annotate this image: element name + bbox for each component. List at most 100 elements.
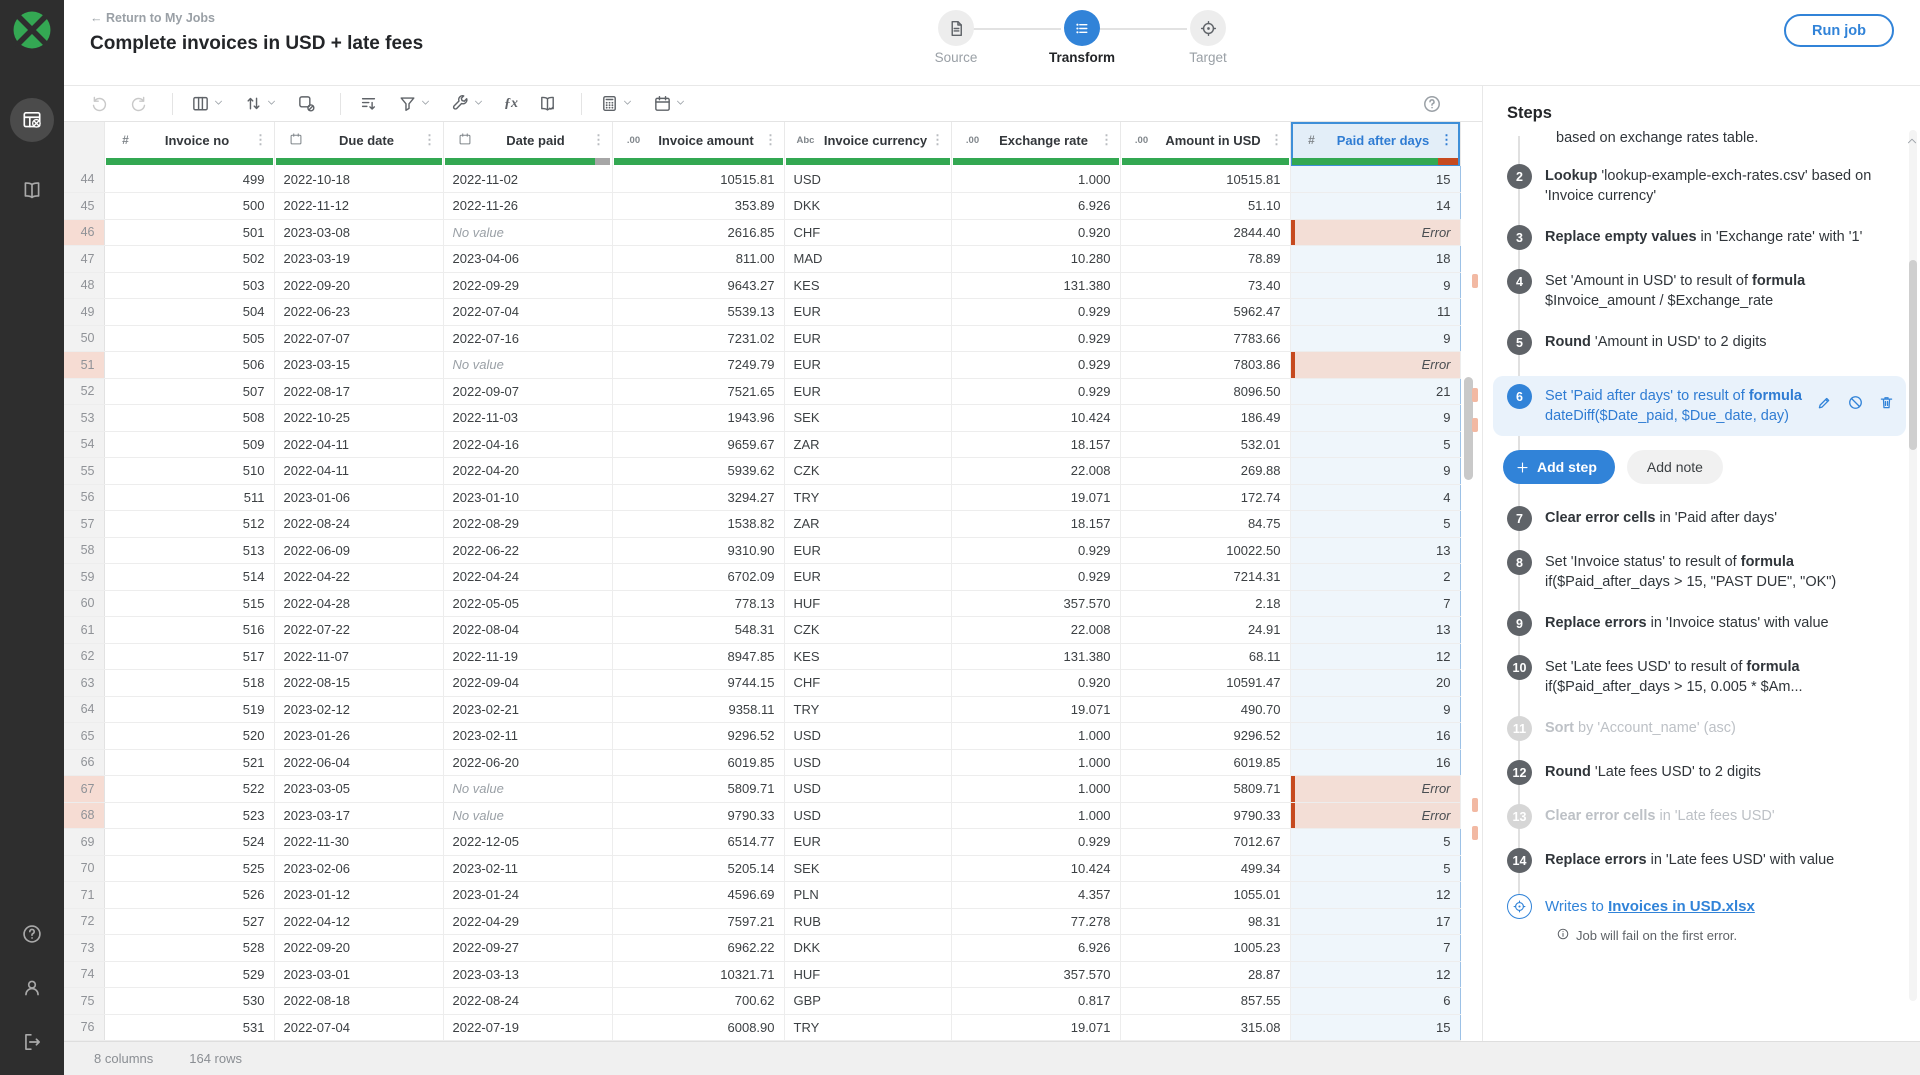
cell-invoice-currency[interactable]: USD xyxy=(784,166,951,193)
row-number-cell[interactable]: 53 xyxy=(64,405,104,432)
cell-amount-in-usd[interactable]: 28.87 xyxy=(1120,961,1290,988)
cell-paid-after-days[interactable]: 20 xyxy=(1290,670,1460,697)
row-number-cell[interactable]: 58 xyxy=(64,537,104,564)
cell-paid-after-days[interactable]: 9 xyxy=(1290,405,1460,432)
cell-exchange-rate[interactable]: 357.570 xyxy=(951,590,1120,617)
chevron-down-icon[interactable] xyxy=(675,95,686,113)
cell-invoice-amount[interactable]: 4596.69 xyxy=(612,882,784,909)
step-item-13[interactable]: 13Clear error cells in 'Late fees USD' xyxy=(1507,806,1906,829)
cell-date-paid[interactable]: 2023-02-21 xyxy=(443,696,612,723)
cell-amount-in-usd[interactable]: 98.31 xyxy=(1120,908,1290,935)
cell-due-date[interactable]: 2022-11-12 xyxy=(274,193,443,220)
cell-amount-in-usd[interactable]: 73.40 xyxy=(1120,272,1290,299)
column-menu-kebab-icon[interactable]: ⋮ xyxy=(1100,132,1114,148)
cell-invoice-currency[interactable]: CZK xyxy=(784,458,951,485)
cell-invoice-no[interactable]: 524 xyxy=(104,829,274,856)
column-header-invoice-amount[interactable]: .00Invoice amount⋮ xyxy=(612,122,784,166)
row-number-cell[interactable]: 44 xyxy=(64,166,104,193)
cell-invoice-currency[interactable]: EUR xyxy=(784,378,951,405)
cell-invoice-currency[interactable]: CZK xyxy=(784,617,951,644)
steps-scrollbar[interactable] xyxy=(1909,130,1917,1001)
cell-exchange-rate[interactable]: 1.000 xyxy=(951,802,1120,829)
cell-invoice-amount[interactable]: 10515.81 xyxy=(612,166,784,193)
cell-date-paid[interactable]: 2022-11-19 xyxy=(443,643,612,670)
cell-paid-after-days[interactable]: 7 xyxy=(1290,590,1460,617)
delete-trash-icon[interactable] xyxy=(1878,394,1895,416)
cell-due-date[interactable]: 2022-04-11 xyxy=(274,458,443,485)
cell-due-date[interactable]: 2023-03-05 xyxy=(274,776,443,803)
cell-paid-after-days[interactable]: 15 xyxy=(1290,1014,1460,1041)
cell-paid-after-days[interactable]: 9 xyxy=(1290,458,1460,485)
help-icon[interactable] xyxy=(1422,94,1442,114)
cell-invoice-no[interactable]: 526 xyxy=(104,882,274,909)
cell-paid-after-days[interactable]: 9 xyxy=(1290,272,1460,299)
cell-exchange-rate[interactable]: 19.071 xyxy=(951,1014,1120,1041)
cell-amount-in-usd[interactable]: 10591.47 xyxy=(1120,670,1290,697)
cell-invoice-no[interactable]: 520 xyxy=(104,723,274,750)
cell-date-paid[interactable]: 2022-07-16 xyxy=(443,325,612,352)
cell-invoice-no[interactable]: 503 xyxy=(104,272,274,299)
column-menu-kebab-icon[interactable]: ⋮ xyxy=(931,132,945,148)
cell-invoice-no[interactable]: 512 xyxy=(104,511,274,538)
cell-invoice-amount[interactable]: 548.31 xyxy=(612,617,784,644)
row-number-cell[interactable]: 50 xyxy=(64,325,104,352)
chevron-down-icon[interactable] xyxy=(622,95,633,113)
cell-amount-in-usd[interactable]: 857.55 xyxy=(1120,988,1290,1015)
stepper-transform[interactable]: Transform xyxy=(1037,6,1127,65)
cell-due-date[interactable]: 2022-06-09 xyxy=(274,537,443,564)
row-number-cell[interactable]: 66 xyxy=(64,749,104,776)
cell-exchange-rate[interactable]: 77.278 xyxy=(951,908,1120,935)
cell-invoice-currency[interactable]: EUR xyxy=(784,352,951,379)
cell-invoice-amount[interactable]: 9643.27 xyxy=(612,272,784,299)
row-number-cell[interactable]: 60 xyxy=(64,590,104,617)
row-number-cell[interactable]: 65 xyxy=(64,723,104,750)
cell-invoice-amount[interactable]: 8947.85 xyxy=(612,643,784,670)
cell-invoice-amount[interactable]: 7597.21 xyxy=(612,908,784,935)
cell-invoice-no[interactable]: 499 xyxy=(104,166,274,193)
cell-date-paid[interactable]: 2022-09-27 xyxy=(443,935,612,962)
cell-due-date[interactable]: 2023-02-12 xyxy=(274,696,443,723)
cell-exchange-rate[interactable]: 10.424 xyxy=(951,405,1120,432)
cell-date-paid[interactable]: 2023-04-06 xyxy=(443,246,612,273)
row-number-cell[interactable]: 62 xyxy=(64,643,104,670)
cell-invoice-amount[interactable]: 9358.11 xyxy=(612,696,784,723)
column-menu-kebab-icon[interactable]: ⋮ xyxy=(764,132,778,148)
cell-invoice-currency[interactable]: DKK xyxy=(784,935,951,962)
cell-exchange-rate[interactable]: 18.157 xyxy=(951,431,1120,458)
cell-due-date[interactable]: 2022-09-20 xyxy=(274,935,443,962)
step-item-2[interactable]: 2Lookup 'lookup-example-exch-rates.csv' … xyxy=(1507,166,1906,206)
cell-exchange-rate[interactable]: 19.071 xyxy=(951,484,1120,511)
cell-date-paid[interactable]: 2023-02-11 xyxy=(443,855,612,882)
cell-date-paid[interactable]: 2022-06-22 xyxy=(443,537,612,564)
sidebar-account-icon[interactable] xyxy=(10,966,54,1010)
cell-date-paid[interactable]: 2023-02-11 xyxy=(443,723,612,750)
cell-amount-in-usd[interactable]: 5962.47 xyxy=(1120,299,1290,326)
row-number-cell[interactable]: 59 xyxy=(64,564,104,591)
column-menu-kebab-icon[interactable]: ⋮ xyxy=(592,132,606,148)
cell-due-date[interactable]: 2023-01-06 xyxy=(274,484,443,511)
sidebar-item-library-book-icon[interactable] xyxy=(10,168,54,212)
cell-paid-after-days[interactable]: 21 xyxy=(1290,378,1460,405)
cell-invoice-no[interactable]: 506 xyxy=(104,352,274,379)
cell-amount-in-usd[interactable]: 269.88 xyxy=(1120,458,1290,485)
step-item-9[interactable]: 9Replace errors in 'Invoice status' with… xyxy=(1507,613,1906,636)
calculator-toolbar-icon[interactable] xyxy=(600,94,633,113)
step-item-12[interactable]: 12Round 'Late fees USD' to 2 digits xyxy=(1507,762,1906,785)
add-step-button[interactable]: Add step xyxy=(1503,450,1615,484)
row-number-cell[interactable]: 52 xyxy=(64,378,104,405)
cell-amount-in-usd[interactable]: 532.01 xyxy=(1120,431,1290,458)
sidebar-logout-icon[interactable] xyxy=(10,1020,54,1064)
cell-paid-after-days[interactable]: 5 xyxy=(1290,431,1460,458)
cell-due-date[interactable]: 2022-09-20 xyxy=(274,272,443,299)
step-item-11[interactable]: 11Sort by 'Account_name' (asc) xyxy=(1507,718,1906,741)
sidebar-item-jobs-table-icon[interactable] xyxy=(10,98,54,142)
row-number-cell[interactable]: 49 xyxy=(64,299,104,326)
column-header-exchange-rate[interactable]: .00Exchange rate⋮ xyxy=(951,122,1120,166)
row-number-cell[interactable]: 70 xyxy=(64,855,104,882)
book-toolbar-icon[interactable] xyxy=(538,94,557,113)
cell-invoice-no[interactable]: 507 xyxy=(104,378,274,405)
column-header-invoice-currency[interactable]: AbcInvoice currency⋮ xyxy=(784,122,951,166)
cell-invoice-amount[interactable]: 7521.65 xyxy=(612,378,784,405)
cell-due-date[interactable]: 2023-01-26 xyxy=(274,723,443,750)
row-number-cell[interactable]: 61 xyxy=(64,617,104,644)
